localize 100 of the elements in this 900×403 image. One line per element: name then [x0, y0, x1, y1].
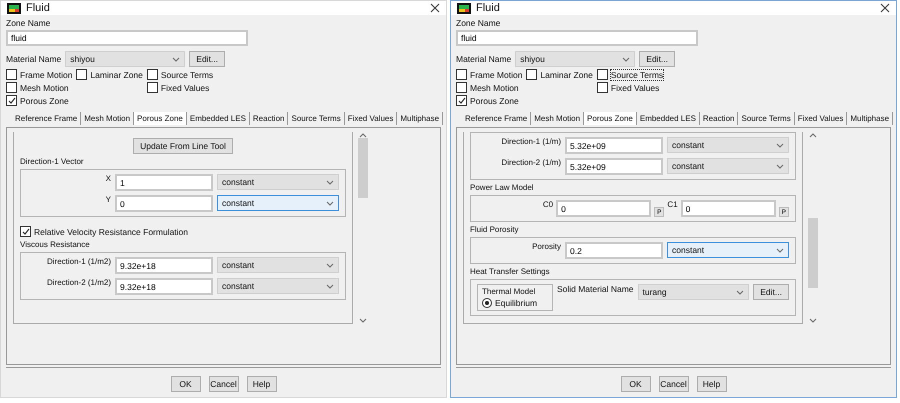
checkbox[interactable] [76, 69, 88, 80]
tab[interactable]: Embedded LES [186, 112, 250, 125]
material-dropdown[interactable]: shiyou [65, 51, 186, 67]
dialog-button[interactable]: OK [170, 376, 200, 392]
method-dropdown[interactable]: constant [667, 158, 789, 174]
tab[interactable]: Embedded LES [636, 112, 700, 125]
value-field[interactable]: 0 [115, 195, 213, 212]
edit-button[interactable]: Edit... [189, 51, 226, 67]
method-dropdown[interactable]: constant [667, 137, 789, 153]
chevron-down-icon [326, 284, 334, 288]
field-label: Direction-1 (1/m2) [46, 257, 111, 266]
method-dropdown[interactable]: constant [217, 278, 339, 294]
tab[interactable]: Reference Frame [12, 112, 82, 125]
value-field[interactable]: 0.2 [565, 242, 663, 259]
scrollbar-thumb[interactable] [358, 138, 368, 198]
dialog-button[interactable]: Help [696, 376, 726, 392]
checkbox[interactable] [526, 69, 538, 80]
value-field[interactable]: 9.32e+18 [115, 257, 213, 274]
chevron-down-icon [172, 56, 180, 62]
value-field[interactable]: 0 [556, 200, 652, 217]
zone-name-field[interactable]: fluid [456, 30, 698, 46]
dialog-button[interactable]: Cancel [658, 376, 688, 392]
tab[interactable]: Multiphase [847, 112, 894, 125]
value-field[interactable]: 9.32e+18 [115, 278, 213, 295]
tab[interactable]: Reaction [250, 112, 288, 125]
tab[interactable]: Source Terms [288, 112, 345, 125]
tab[interactable]: Fixed Values [344, 112, 398, 125]
scroll-down-icon[interactable] [359, 318, 367, 324]
edit-button[interactable]: Edit... [639, 51, 676, 67]
checkbox[interactable] [6, 82, 17, 93]
chevron-down-icon [776, 164, 784, 168]
checkbox-label: Mesh Motion [470, 82, 519, 92]
method-dropdown[interactable]: constant [667, 242, 789, 258]
checkbox[interactable] [456, 69, 467, 80]
field-label: X [104, 174, 111, 183]
tab[interactable]: Source Terms [738, 112, 795, 125]
tab[interactable]: Porous Zone [134, 112, 187, 125]
checkbox[interactable] [20, 226, 31, 237]
checkbox[interactable] [6, 95, 17, 106]
field-label: Y [104, 195, 111, 204]
checkbox[interactable] [596, 69, 608, 80]
method-dropdown[interactable]: constant [217, 195, 339, 211]
field-label: Direction-1 (1/m) [500, 137, 561, 146]
checkbox-label: Porous Zone [470, 96, 519, 106]
tab[interactable]: Reaction [700, 112, 738, 125]
zone-name-field[interactable]: fluid [6, 30, 248, 46]
value-field[interactable]: 5.32e+09 [565, 137, 663, 154]
value-field[interactable]: 5.32e+09 [565, 158, 663, 175]
value-field[interactable]: 0 [680, 200, 776, 217]
checkbox-label: Laminar Zone [90, 70, 143, 80]
method-dropdown[interactable]: turang [638, 284, 750, 300]
tab[interactable]: Reference Frame [462, 112, 532, 125]
update-button[interactable]: Update From Line Tool [133, 138, 233, 154]
close-icon[interactable] [430, 3, 440, 13]
method-dropdown[interactable]: constant [217, 174, 339, 190]
group-title: Viscous Resistance [20, 240, 91, 249]
scrollbar-thumb[interactable] [808, 218, 818, 288]
checkbox[interactable] [596, 82, 608, 93]
checkbox-label: Source Terms [610, 70, 664, 80]
checkbox[interactable] [456, 82, 467, 93]
dialog-button[interactable]: OK [620, 376, 650, 392]
checkbox[interactable] [456, 95, 467, 106]
group-title: Thermal Model [482, 287, 536, 296]
close-icon[interactable] [880, 3, 890, 13]
dialog-button[interactable]: Help [246, 376, 276, 392]
dialog-button[interactable]: Cancel [208, 376, 238, 392]
chevron-down-icon [736, 290, 744, 294]
field-label: C1 [667, 200, 678, 209]
material-dropdown[interactable]: shiyou [515, 51, 636, 67]
field-label: Porosity [531, 242, 561, 251]
tab[interactable]: Fixed Values [794, 112, 848, 125]
edit-button[interactable]: Edit... [753, 284, 789, 300]
field-label: Direction-2 (1/m) [500, 158, 561, 167]
group-title: Heat Transfer Settings [470, 267, 551, 276]
scroll-up-icon[interactable] [359, 132, 367, 138]
field-label: Zone Name [456, 18, 502, 28]
chevron-down-icon [326, 180, 334, 184]
group-title: Fluid Porosity [470, 225, 520, 234]
method-dropdown[interactable]: constant [217, 257, 339, 273]
chevron-down-icon [776, 248, 784, 252]
group-title: Direction-1 Vector [20, 157, 85, 166]
scroll-down-icon[interactable] [809, 318, 817, 324]
checkbox[interactable] [146, 82, 158, 93]
group-title: Power Law Model [470, 183, 535, 192]
radio-button[interactable] [482, 298, 492, 308]
app-icon [457, 2, 471, 14]
checkbox-label: Source Terms [160, 70, 214, 80]
scroll-up-icon[interactable] [809, 132, 817, 138]
checkbox-label: Fixed Values [160, 82, 210, 92]
field-label: Material Name [456, 54, 512, 64]
checkbox[interactable] [6, 69, 17, 80]
tab[interactable]: Porous Zone [584, 112, 637, 125]
chevron-down-icon [776, 142, 784, 148]
checkbox-label: Frame Motion [20, 70, 72, 80]
chevron-down-icon [326, 200, 334, 206]
checkbox[interactable] [146, 69, 158, 80]
value-field[interactable]: 1 [115, 174, 213, 191]
field-label: Material Name [6, 54, 62, 64]
field-label: Direction-2 (1/m2) [46, 278, 111, 287]
tab[interactable]: Multiphase [397, 112, 444, 125]
